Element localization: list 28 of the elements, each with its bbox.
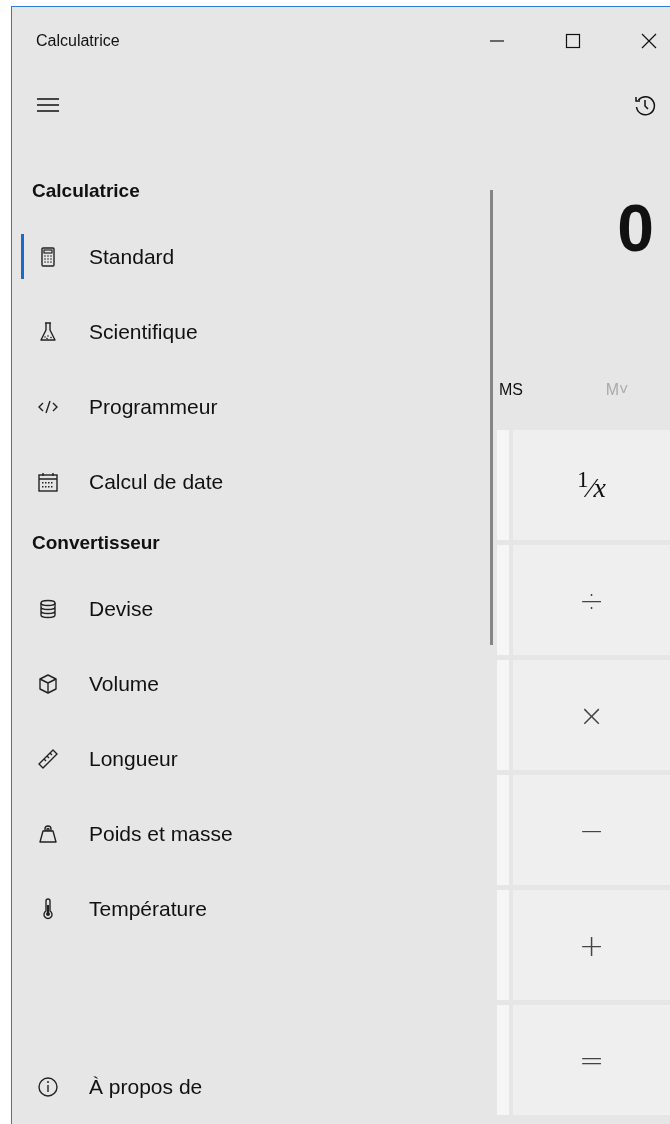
close-icon[interactable] [639, 31, 659, 51]
maximize-icon[interactable] [563, 31, 583, 51]
section-heading: Convertisseur [31, 531, 161, 555]
window-title: Calculatrice [36, 32, 120, 50]
display-value: 0 [616, 190, 655, 267]
calculator-key[interactable]: ÷ [513, 545, 670, 655]
cube-icon [36, 671, 60, 696]
calculator-key[interactable]: = [513, 1005, 670, 1115]
calculator-key[interactable]: − [513, 775, 670, 885]
nav-item[interactable]: À propos de [12, 1049, 497, 1124]
calculator-key[interactable]: × [513, 660, 670, 770]
nav-item[interactable]: Programmeur [12, 369, 497, 444]
nav-item[interactable]: Devise [12, 571, 497, 646]
nav-item[interactable]: Scientifique [12, 294, 497, 369]
nav-item[interactable]: Volume [12, 646, 497, 721]
memory-button[interactable]: MS [497, 381, 577, 399]
info-icon [36, 1074, 60, 1099]
nav-item[interactable]: Longueur [12, 721, 497, 796]
menu-icon[interactable] [36, 96, 60, 114]
calculator-key[interactable]: $^{1}$⁄x [513, 430, 670, 540]
calculator-key[interactable]: + [513, 890, 670, 1000]
nav-item[interactable]: Calcul de date [12, 444, 497, 519]
nav-item[interactable]: Température [12, 871, 497, 946]
scrollbar[interactable] [490, 190, 493, 645]
section-heading: Calculatrice [31, 179, 141, 203]
nav-item[interactable]: Standard [12, 219, 497, 294]
nav-item[interactable]: Poids et masse [12, 796, 497, 871]
history-icon[interactable] [633, 93, 657, 117]
